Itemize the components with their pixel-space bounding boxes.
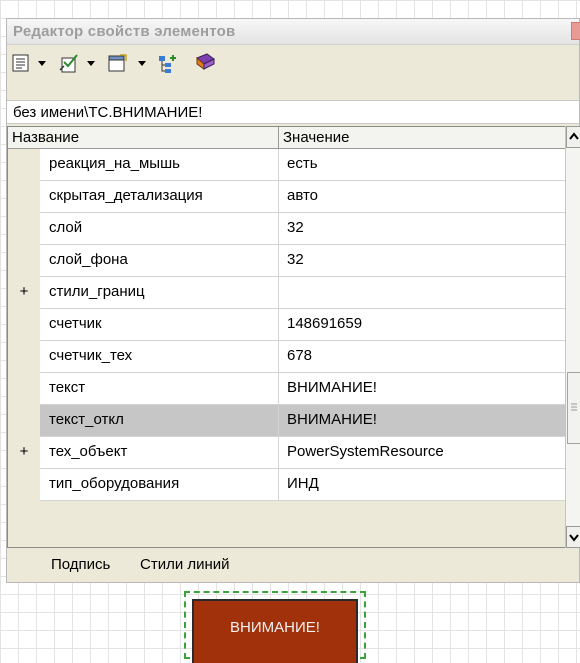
expand-toggle[interactable]: + <box>8 277 40 309</box>
property-row[interactable]: слой_фона 32 <box>8 245 566 277</box>
property-grid: Название Значение реакция_на_мышь есть скр… <box>7 126 566 548</box>
property-name[interactable]: тех_объект <box>40 437 279 469</box>
window-title: Редактор свойств элементов <box>13 23 236 40</box>
row-gutter <box>8 469 40 501</box>
document-icon[interactable] <box>106 52 130 74</box>
row-gutter <box>8 341 40 373</box>
property-row[interactable]: текст ВНИМАНИЕ! <box>8 373 566 405</box>
property-value[interactable]: 148691659 <box>279 309 566 341</box>
column-header-name[interactable]: Название <box>8 127 279 149</box>
row-gutter <box>8 405 40 437</box>
tab-caption[interactable]: Подпись <box>51 556 110 573</box>
column-header-value[interactable]: Значение <box>279 127 566 149</box>
tree-add-icon[interactable] <box>157 52 179 74</box>
row-gutter <box>8 245 40 277</box>
property-name[interactable]: счетчик <box>40 309 279 341</box>
property-name[interactable]: скрытая_детализация <box>40 181 279 213</box>
scroll-thumb[interactable] <box>567 372 580 444</box>
toolbar <box>7 46 579 82</box>
property-value[interactable]: PowerSystemResource <box>279 437 566 469</box>
chevron-down-icon[interactable] <box>38 61 46 66</box>
property-value[interactable]: есть <box>279 149 566 181</box>
chevron-down-icon[interactable] <box>138 61 146 66</box>
property-row[interactable]: + стили_границ <box>8 277 566 309</box>
tab-line-styles[interactable]: Стили линий <box>140 556 230 573</box>
scroll-down-button[interactable] <box>566 526 580 548</box>
bottom-tabs: Подпись Стили линий <box>7 548 579 582</box>
vertical-scrollbar[interactable] <box>565 126 580 548</box>
property-name[interactable]: счетчик_тех <box>40 341 279 373</box>
property-row[interactable]: + тех_объект PowerSystemResource <box>8 437 566 469</box>
property-row[interactable]: счетчик_тех 678 <box>8 341 566 373</box>
property-name[interactable]: реакция_на_мышь <box>40 149 279 181</box>
row-gutter <box>8 309 40 341</box>
property-row[interactable]: тип_оборудования ИНД <box>8 469 566 501</box>
property-row[interactable]: текст_откл ВНИМАНИЕ! <box>8 405 566 437</box>
scroll-up-button[interactable] <box>566 126 580 148</box>
property-row[interactable]: счетчик 148691659 <box>8 309 566 341</box>
property-row[interactable]: реакция_на_мышь есть <box>8 149 566 181</box>
selected-canvas-element[interactable]: ВНИМАНИЕ! <box>184 591 366 663</box>
property-value[interactable]: 32 <box>279 245 566 277</box>
property-value[interactable]: авто <box>279 181 566 213</box>
property-name[interactable]: слой <box>40 213 279 245</box>
row-gutter <box>8 181 40 213</box>
property-name[interactable]: тип_оборудования <box>40 469 279 501</box>
property-value[interactable]: 32 <box>279 213 566 245</box>
property-value[interactable] <box>279 277 566 309</box>
property-name[interactable]: текст <box>40 373 279 405</box>
property-row[interactable]: скрытая_детализация авто <box>8 181 566 213</box>
property-value[interactable]: ВНИМАНИЕ! <box>279 405 566 437</box>
close-button[interactable] <box>571 22 580 40</box>
row-gutter <box>8 213 40 245</box>
object-path: без имени\ТС.ВНИМАНИЕ! <box>7 100 579 124</box>
property-name[interactable]: текст_откл <box>40 405 279 437</box>
expand-toggle[interactable]: + <box>8 437 40 469</box>
property-name[interactable]: стили_границ <box>40 277 279 309</box>
chevron-down-icon[interactable] <box>87 61 95 66</box>
property-value[interactable]: ИНД <box>279 469 566 501</box>
property-row[interactable]: слой 32 <box>8 213 566 245</box>
property-editor-panel: Редактор свойств элементов без имени\ТС.… <box>6 18 580 583</box>
property-value[interactable]: 678 <box>279 341 566 373</box>
grid-header: Название Значение <box>8 127 565 149</box>
property-value[interactable]: ВНИМАНИЕ! <box>279 373 566 405</box>
check-icon[interactable] <box>57 52 81 74</box>
warning-label-element[interactable]: ВНИМАНИЕ! <box>192 599 358 663</box>
properties-icon[interactable] <box>11 52 31 74</box>
row-gutter <box>8 149 40 181</box>
property-name[interactable]: слой_фона <box>40 245 279 277</box>
title-bar[interactable]: Редактор свойств элементов <box>7 19 580 45</box>
book-icon[interactable] <box>193 52 217 74</box>
row-gutter <box>8 373 40 405</box>
